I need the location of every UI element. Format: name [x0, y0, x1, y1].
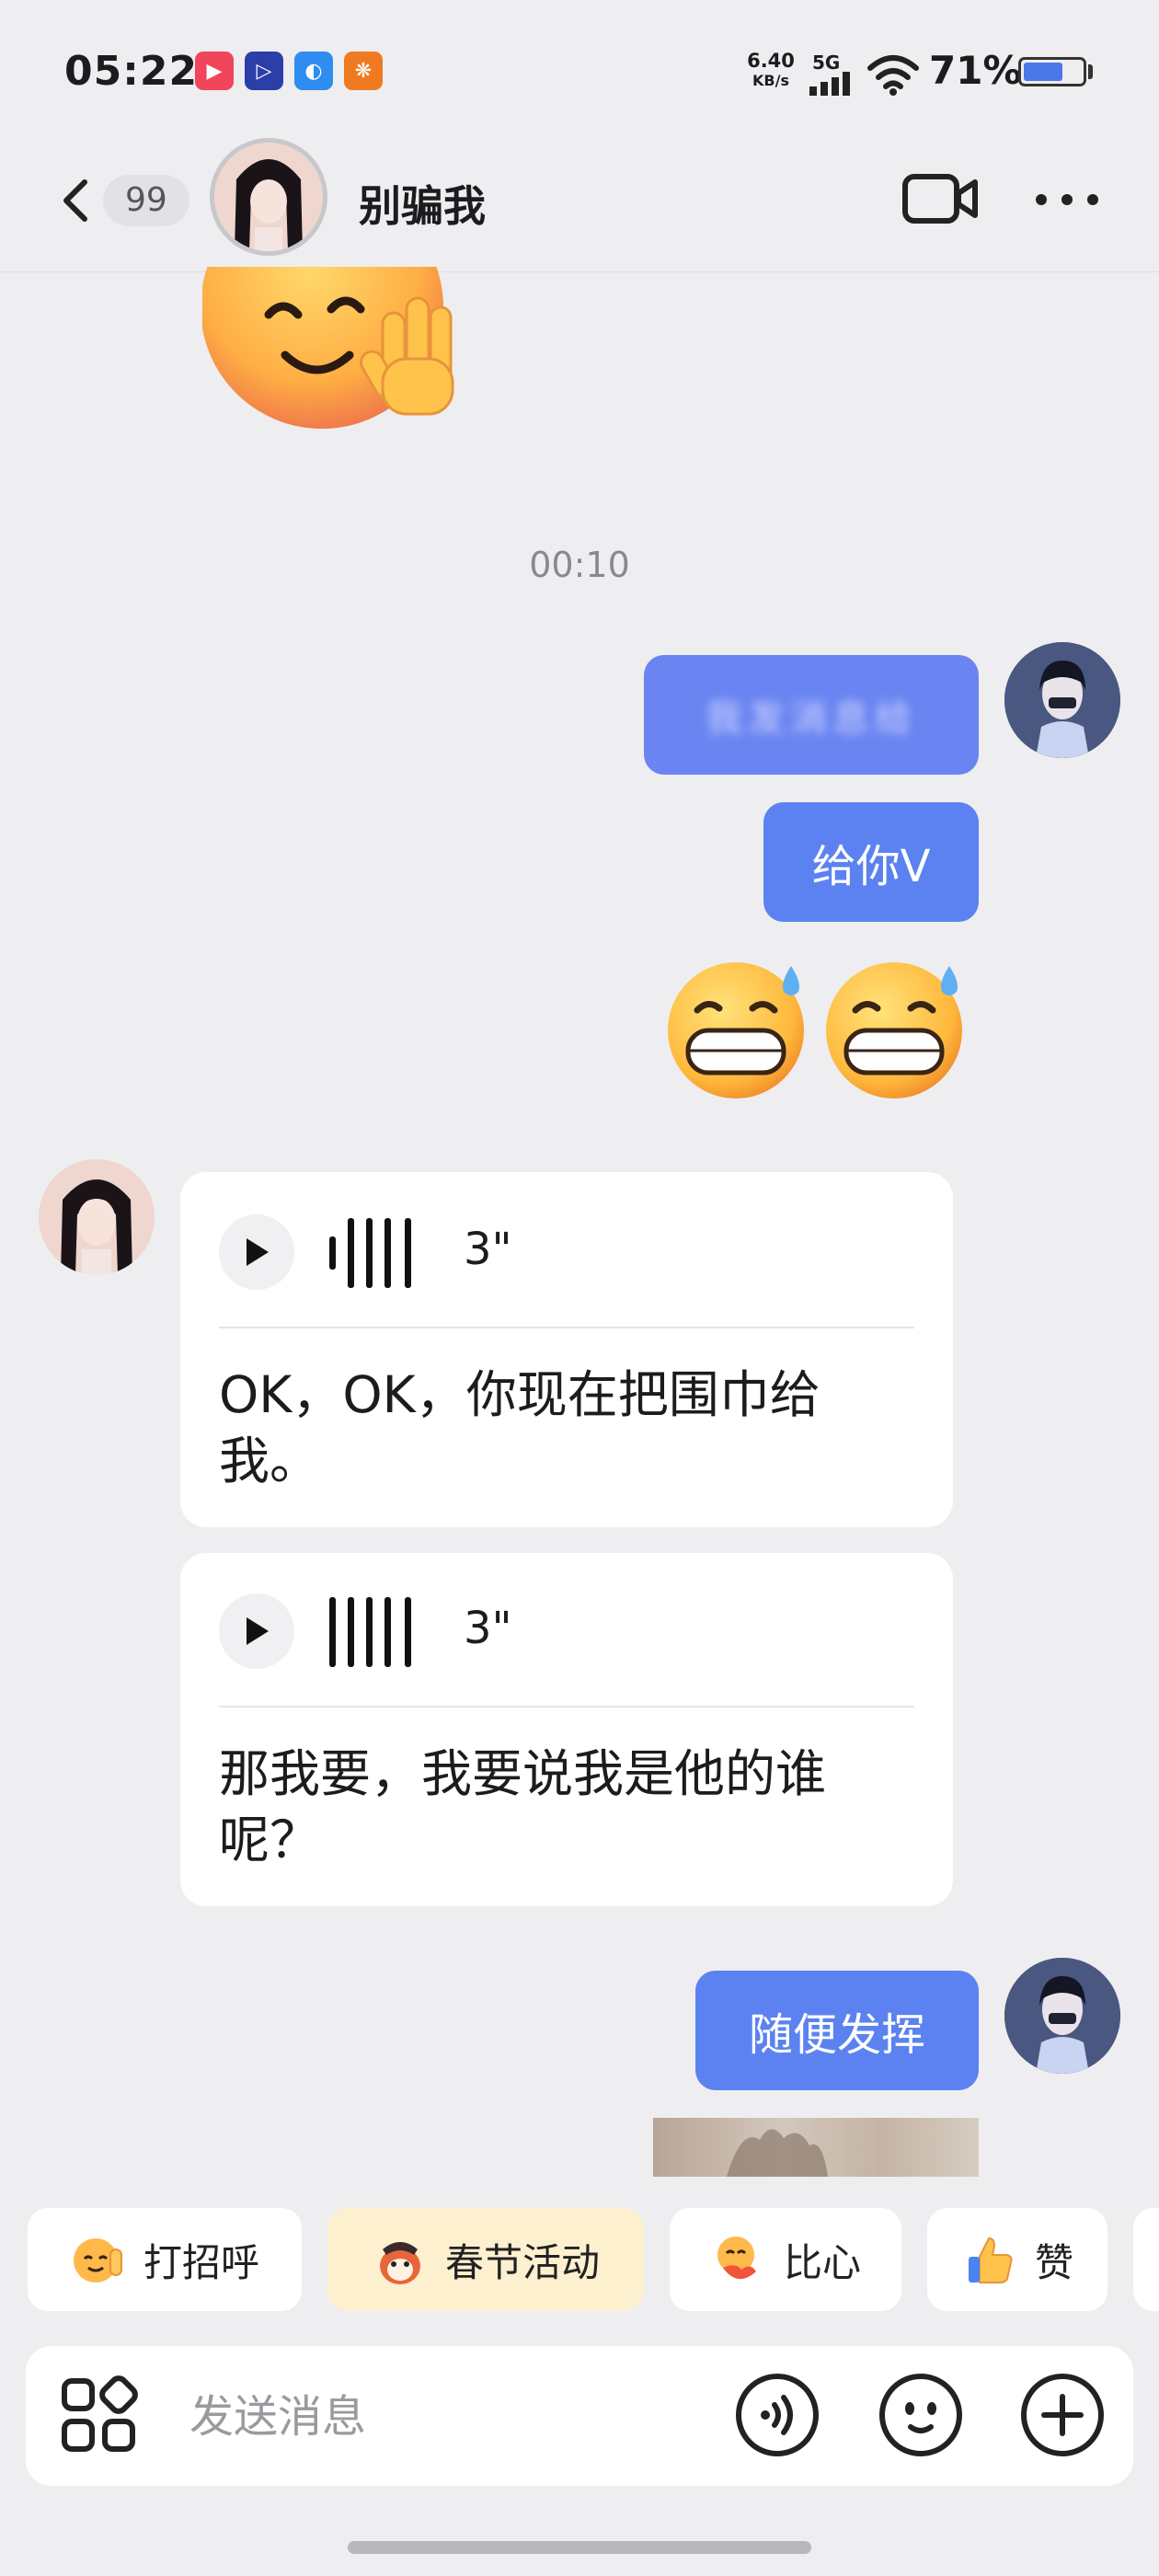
blurred-message-text: 我发消息给 [706, 697, 917, 740]
video-app-icon: ▶ [195, 52, 234, 90]
contact-avatar[interactable] [210, 138, 327, 256]
sweat-grin-emoji[interactable] [660, 953, 815, 1100]
home-indicator[interactable] [348, 2541, 811, 2554]
quick-reply-label: 比心 [783, 2239, 861, 2285]
battery-level [1024, 63, 1063, 81]
emoji-picker-icon[interactable] [878, 2372, 964, 2458]
voice-transcript: OK，OK，你现在把围巾给我。 [219, 1365, 820, 1490]
plus-more-icon[interactable] [1019, 2372, 1106, 2458]
voice-message-card[interactable]: 3" 那我要，我要说我是他的谁呢？ [180, 1553, 953, 1906]
back-arrow-icon[interactable] [55, 175, 101, 226]
status-time: 05:22 [64, 48, 199, 95]
play-icon [247, 1617, 269, 1645]
contact-name[interactable]: 别骗我 [359, 173, 486, 234]
contact-message-avatar[interactable] [39, 1159, 155, 1275]
outgoing-message-bubble[interactable]: 随便发挥 [695, 1971, 979, 2090]
outgoing-message-bubble[interactable]: 我发消息给 [644, 655, 979, 775]
voice-duration: 3" [464, 1224, 512, 1275]
wave-hand-emoji-icon [73, 2238, 122, 2283]
sweat-grin-emoji[interactable] [819, 953, 973, 1100]
message-text: 给你V [811, 841, 931, 892]
quick-reply-row: 打招呼 春节活动 比心 赞 [0, 2208, 1159, 2317]
play-icon [247, 1238, 269, 1266]
apps-grid-icon[interactable] [55, 2372, 142, 2458]
player-app-icon: ▷ [245, 52, 283, 90]
quick-reply-chip-like[interactable]: 赞 [927, 2208, 1107, 2311]
video-call-icon[interactable] [901, 171, 979, 226]
battery-percent: 71% [929, 48, 1022, 93]
browser-app-icon: ◐ [294, 52, 333, 90]
kuaishou-app-icon: ❋ [344, 52, 383, 90]
voice-waveform-icon [329, 1597, 411, 1667]
message-input-bar [26, 2346, 1133, 2486]
battery-icon [1018, 57, 1086, 86]
heart-hands-emoji-icon [717, 2237, 756, 2280]
voice-duration: 3" [464, 1603, 512, 1654]
network-speed: 6.40 KB/s [747, 50, 795, 90]
play-voice-button[interactable] [219, 1214, 294, 1290]
voice-divider [219, 1706, 914, 1708]
spring-festival-mascot-icon [379, 2242, 420, 2284]
network-type: 5G [812, 52, 841, 74]
voice-input-icon[interactable] [734, 2372, 820, 2458]
quick-reply-chip-greet[interactable]: 打招呼 [28, 2208, 302, 2311]
play-voice-button[interactable] [219, 1593, 294, 1669]
quick-reply-chip-heart[interactable]: 比心 [670, 2208, 901, 2311]
my-avatar[interactable] [1004, 642, 1120, 758]
message-timestamp: 00:10 [529, 545, 630, 585]
outgoing-message-bubble[interactable]: 给你V [763, 802, 979, 922]
wave-hand-emoji-sticker[interactable] [202, 267, 478, 442]
quick-reply-label: 春节活动 [444, 2239, 600, 2285]
message-input[interactable] [188, 2379, 706, 2455]
image-message-thumbnail[interactable] [653, 2118, 979, 2177]
quick-reply-label: 打招呼 [143, 2239, 259, 2285]
quick-reply-label: 赞 [1034, 2239, 1073, 2285]
quick-reply-chip-more[interactable] [1133, 2208, 1159, 2311]
my-avatar[interactable] [1004, 1958, 1120, 2074]
unread-count-badge[interactable]: 99 [103, 175, 189, 226]
cell-signal-icon [809, 72, 850, 96]
wifi-icon [867, 55, 919, 96]
notification-app-icons: ▶ ▷ ◐ ❋ [195, 52, 383, 90]
quick-reply-chip-festival[interactable]: 春节活动 [327, 2208, 644, 2311]
battery-tip [1088, 64, 1093, 79]
more-options-icon[interactable] [1030, 184, 1104, 215]
voice-divider [219, 1327, 914, 1328]
thumbs-up-emoji-icon [968, 2237, 1013, 2283]
voice-transcript: 那我要，我要说我是他的谁呢？ [219, 1744, 827, 1869]
message-text: 随便发挥 [748, 2009, 925, 2061]
voice-waveform-icon [329, 1218, 411, 1288]
voice-message-card[interactable]: 3" OK，OK，你现在把围巾给我。 [180, 1172, 953, 1527]
